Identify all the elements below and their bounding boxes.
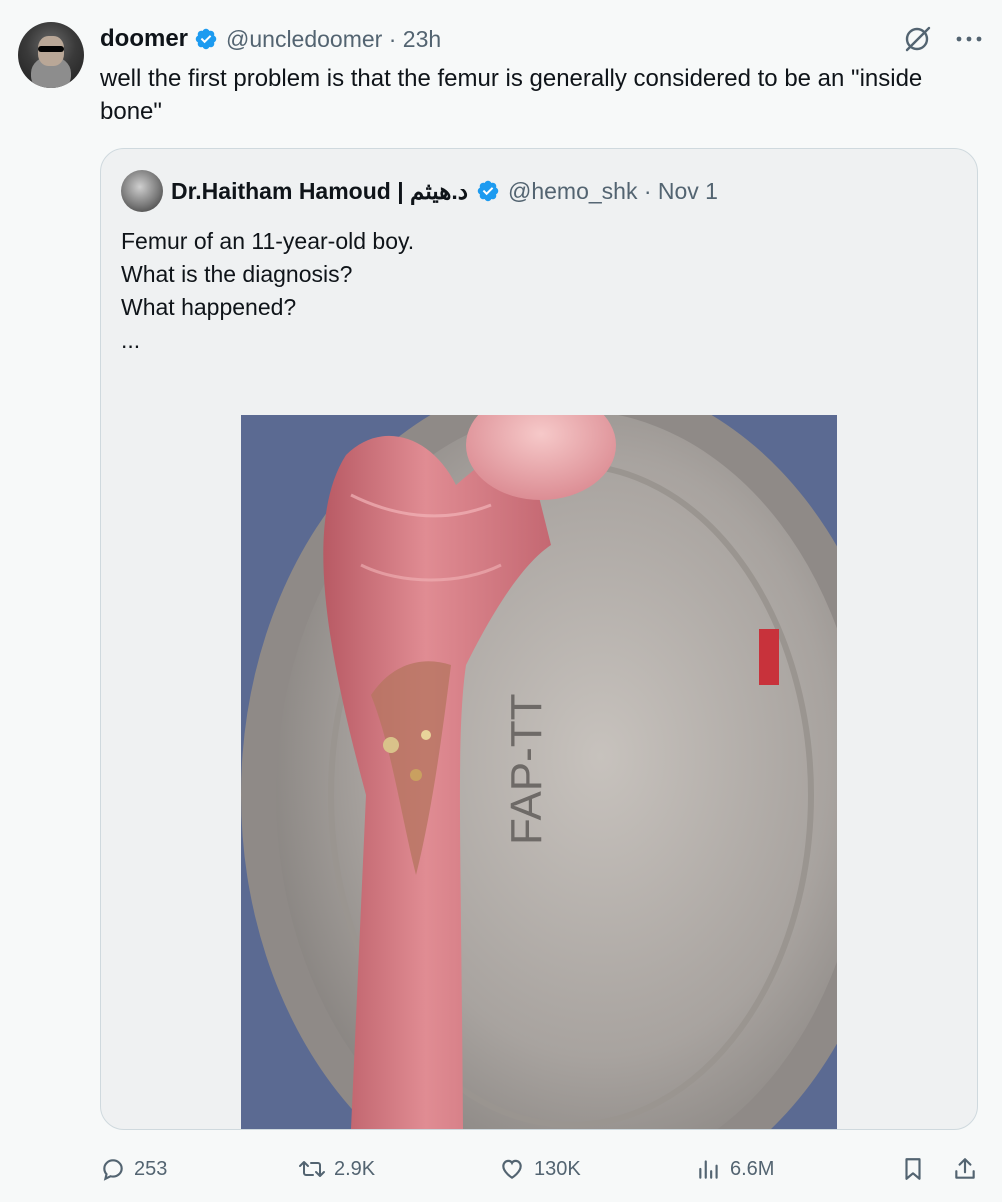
quoted-text-line: What happened?: [121, 294, 297, 320]
quoted-tweet-header: Dr.Haitham Hamoud | د.هيثم @hemo_shk · N…: [121, 170, 718, 212]
femur-photo-illustration: FAP-TT: [241, 415, 837, 1129]
verified-badge-icon: [195, 28, 217, 50]
views-button[interactable]: 6.6M: [696, 1152, 774, 1186]
quoted-text-line: ...: [121, 327, 141, 353]
heart-icon: [502, 1159, 522, 1179]
bookmark-button[interactable]: [900, 1152, 934, 1186]
share-button[interactable]: [952, 1152, 986, 1186]
quoted-tweet-photo[interactable]: FAP-TT: [241, 415, 837, 1129]
bookmark-icon: [905, 1158, 921, 1180]
tweet-action-bar: 253 2.9K 130K 6.6M: [100, 1152, 980, 1186]
quoted-author-avatar: [121, 170, 163, 212]
tweet-header: doomer @uncledoomer · 23h: [100, 22, 441, 56]
repost-icon: [299, 1161, 325, 1177]
quoted-text-line: What is the diagnosis?: [121, 261, 353, 287]
views-count: 6.6M: [730, 1157, 775, 1180]
author-avatar[interactable]: [18, 22, 84, 88]
author-name[interactable]: doomer: [100, 25, 188, 53]
views-analytics-icon: [699, 1160, 718, 1179]
reply-count: 253: [134, 1157, 168, 1180]
quoted-tweet-text: Femur of an 11-year-old boy. What is the…: [121, 225, 951, 357]
reply-icon: [103, 1159, 123, 1181]
repost-count: 2.9K: [334, 1157, 376, 1180]
reply-button[interactable]: 253: [100, 1152, 167, 1186]
tray-label: FAP-TT: [502, 693, 551, 845]
grok-icon[interactable]: [902, 24, 932, 54]
quoted-tweet-card[interactable]: Dr.Haitham Hamoud | د.هيثم @hemo_shk · N…: [100, 148, 978, 1130]
like-count: 130K: [534, 1157, 581, 1180]
quoted-author-name: Dr.Haitham Hamoud | د.هيثم: [171, 177, 468, 204]
tweet-text: well the first problem is that the femur…: [100, 65, 923, 125]
top-actions: [902, 24, 982, 54]
share-icon: [955, 1158, 975, 1179]
quoted-author-handle-time: @hemo_shk · Nov 1: [507, 177, 718, 204]
avatar-sunglasses: [38, 46, 64, 52]
verified-badge-icon: [477, 180, 499, 202]
quoted-text-line: Femur of an 11-year-old boy.: [121, 228, 415, 254]
more-options-icon[interactable]: [956, 35, 982, 43]
like-button[interactable]: 130K: [498, 1152, 581, 1186]
repost-button[interactable]: 2.9K: [298, 1152, 375, 1186]
author-handle-time[interactable]: @uncledoomer · 23h: [226, 26, 441, 53]
